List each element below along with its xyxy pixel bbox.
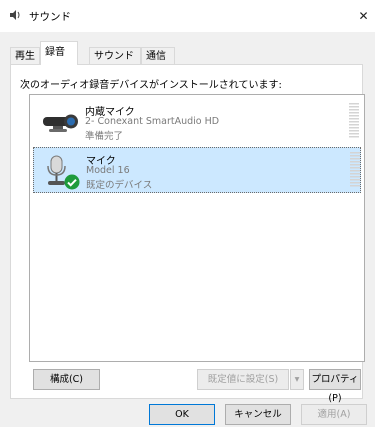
device-status: 準備完了 bbox=[85, 131, 124, 142]
device-item-builtin-mic[interactable]: 内蔵マイク 2- Conexant SmartAudio HD 準備完了 bbox=[33, 99, 361, 145]
tab-recording[interactable]: 録音 bbox=[40, 41, 78, 65]
level-meter bbox=[349, 103, 359, 138]
apply-button[interactable]: 適用(A) bbox=[301, 404, 367, 425]
level-meter bbox=[350, 152, 360, 187]
tab-communications[interactable]: 通信 bbox=[141, 47, 175, 64]
window-title: サウンド bbox=[29, 11, 71, 23]
cancel-button[interactable]: キャンセル bbox=[225, 404, 291, 425]
properties-button[interactable]: プロパティ(P) bbox=[309, 369, 361, 404]
recording-device-list[interactable]: 内蔵マイク 2- Conexant SmartAudio HD 準備完了 マイク bbox=[29, 94, 365, 362]
close-button[interactable]: ✕ bbox=[352, 0, 375, 32]
configure-button[interactable]: 構成(C) bbox=[33, 369, 100, 390]
device-status: 既定のデバイス bbox=[86, 180, 153, 191]
set-default-dropdown-button[interactable]: ▾ bbox=[290, 369, 304, 390]
webcam-mic-icon bbox=[43, 114, 78, 132]
instruction-text: 次のオーディオ録音デバイスがインストールされています: bbox=[20, 80, 282, 91]
default-check-icon bbox=[64, 174, 80, 190]
title-bar: サウンド ✕ bbox=[0, 0, 375, 32]
set-default-button[interactable]: 既定値に設定(S) bbox=[197, 369, 289, 390]
speaker-icon bbox=[10, 10, 20, 20]
tab-playback[interactable]: 再生 bbox=[10, 47, 40, 64]
device-description: 2- Conexant SmartAudio HD bbox=[85, 116, 220, 127]
device-description: Model 16 bbox=[86, 165, 130, 176]
device-item-microphone[interactable]: マイク Model 16 既定のデバイス bbox=[33, 147, 361, 193]
ok-button[interactable]: OK bbox=[149, 404, 215, 425]
tab-sounds[interactable]: サウンド bbox=[89, 47, 141, 64]
